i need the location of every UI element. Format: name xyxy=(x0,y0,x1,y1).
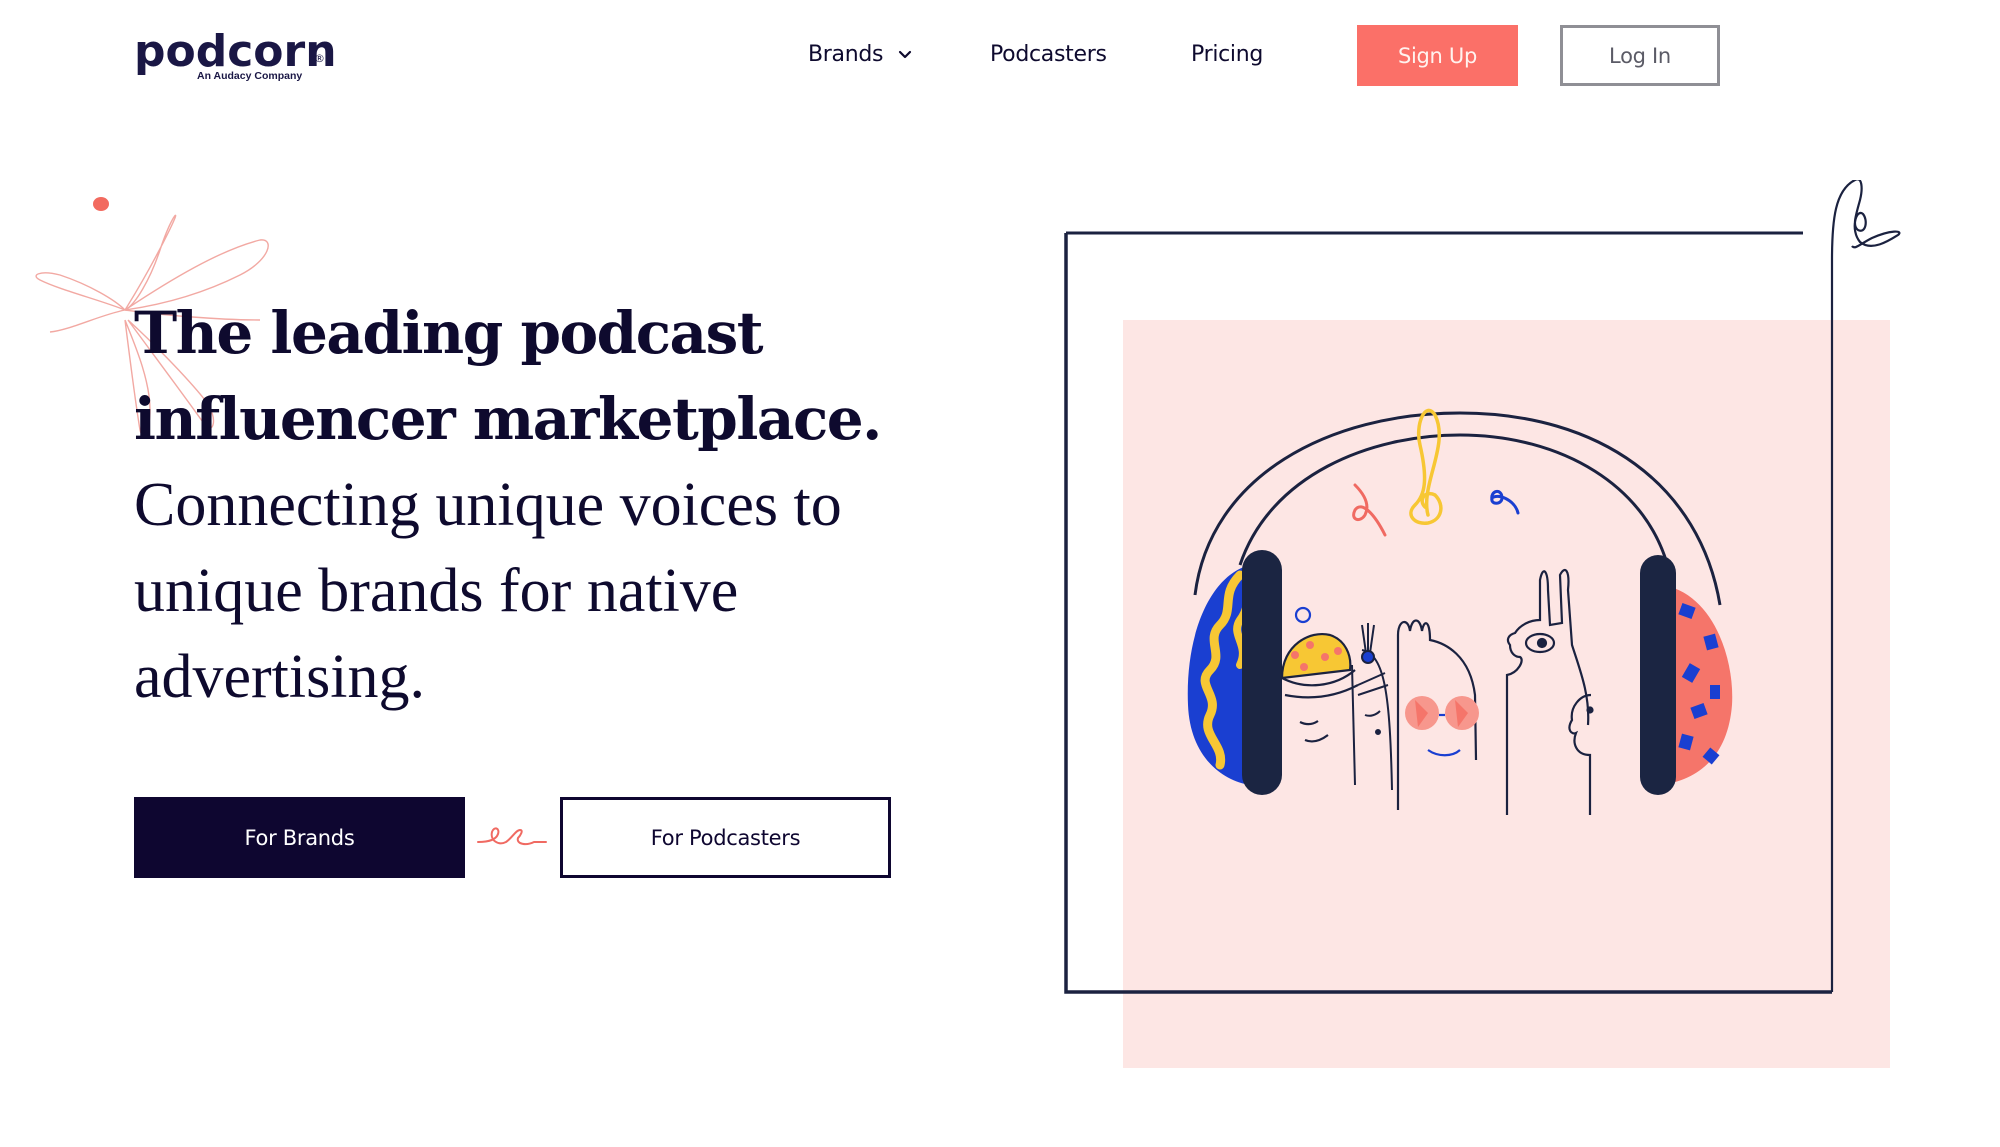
hero-subtitle-line1: Connecting unique voices to xyxy=(134,471,842,539)
hero-title: The leading podcast influencer marketpla… xyxy=(134,290,934,462)
music-note-coral-icon xyxy=(1352,483,1387,537)
hero-subtitle: Connecting unique voices to unique brand… xyxy=(134,462,934,720)
nav-brands-label: Brands xyxy=(808,42,884,67)
nav-podcasters[interactable]: Podcasters xyxy=(990,40,1107,70)
hero-subtitle-line2: unique brands for native xyxy=(134,557,739,625)
for-podcasters-button[interactable]: For Podcasters xyxy=(560,797,891,878)
character-beanie-icon xyxy=(1280,606,1359,743)
nav-brands-dropdown[interactable]: Brands xyxy=(808,40,912,70)
for-brands-button[interactable]: For Brands xyxy=(134,797,465,878)
headband-inner-icon xyxy=(1238,433,1672,576)
character-llama-icon xyxy=(1505,568,1594,815)
left-ear-cup-icon xyxy=(1187,550,1282,795)
coral-dot-icon xyxy=(93,197,109,211)
logo-tagline: An Audacy Company xyxy=(197,70,303,82)
character-striped-hair-icon xyxy=(1351,623,1393,791)
hero-title-line1: The leading podcast xyxy=(134,299,764,367)
hero-title-line2: influencer marketplace. xyxy=(134,385,882,453)
squiggle-connector-icon xyxy=(477,827,547,846)
treble-clef-icon xyxy=(1409,408,1443,525)
registered-mark: ® xyxy=(314,52,325,65)
podcorn-logo[interactable]: podcorn ® An Audacy Company xyxy=(134,26,337,90)
headphones-illustration xyxy=(1187,408,1733,815)
hero-subtitle-line3: advertising. xyxy=(134,643,425,711)
chevron-down-icon xyxy=(898,50,912,59)
sign-up-button[interactable]: Sign Up xyxy=(1357,25,1518,86)
log-in-button[interactable]: Log In xyxy=(1560,25,1720,86)
music-note-blue-icon xyxy=(1490,490,1520,515)
nav-pricing[interactable]: Pricing xyxy=(1191,40,1263,70)
character-sunglasses-icon xyxy=(1396,619,1479,810)
